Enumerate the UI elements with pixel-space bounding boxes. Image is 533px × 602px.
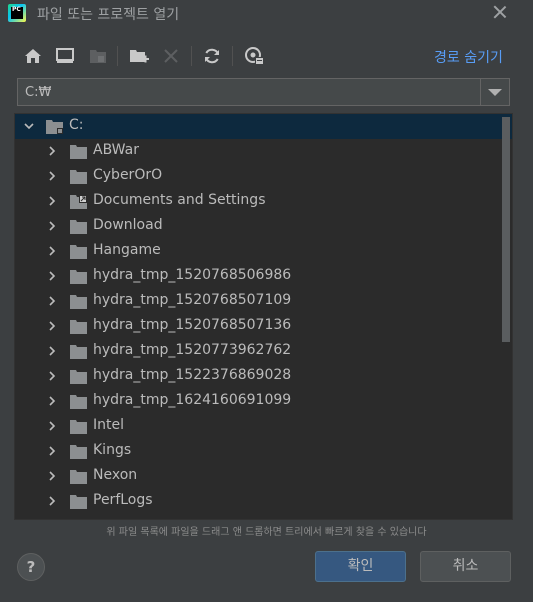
pycharm-logo-icon: PC	[8, 4, 26, 22]
drag-drop-hint: 위 파일 목록에 파일을 드래그 앤 드롭하면 트리에서 빠르게 찾을 수 있습…	[106, 527, 427, 538]
cancel-button[interactable]: 취소	[420, 551, 511, 582]
file-tree[interactable]: C: ABWar CyberOrO Documents and Settings Do…	[14, 113, 513, 520]
folder-icon	[70, 419, 87, 434]
folder-icon	[70, 319, 87, 334]
new-folder-icon[interactable]	[127, 44, 151, 68]
tree-row[interactable]: ABWar	[15, 139, 512, 164]
open-file-dialog: PC 파일 또는 프로젝트 열기 경로 숨기기 C:₩ C: ABWar Cyb…	[0, 0, 533, 602]
home-icon[interactable]	[21, 44, 45, 68]
chevron-right-icon[interactable]	[46, 245, 58, 257]
tree-row[interactable]: Download	[15, 214, 512, 239]
tree-item-label: Documents and Settings	[93, 192, 266, 208]
tree-row[interactable]: hydra_tmp_1520768506986	[15, 264, 512, 289]
tree-row[interactable]: hydra_tmp_1520768507109	[15, 289, 512, 314]
path-combobox[interactable]	[17, 78, 510, 106]
ok-button[interactable]: 확인	[315, 551, 406, 582]
title-bar: PC 파일 또는 프로젝트 열기	[0, 0, 533, 26]
drive-folder-icon	[46, 119, 63, 134]
tree-item-label: Download	[93, 217, 163, 233]
chevron-right-icon[interactable]	[46, 495, 58, 507]
tree-row[interactable]: Documents and Settings	[15, 189, 512, 214]
folder-icon	[70, 369, 87, 384]
chevron-right-icon[interactable]	[46, 445, 58, 457]
tree-item-label: PerfLogs	[93, 492, 153, 508]
chevron-right-icon[interactable]	[46, 170, 58, 182]
chevron-right-icon[interactable]	[46, 370, 58, 382]
chevron-right-icon[interactable]	[46, 195, 58, 207]
folder-icon	[70, 219, 87, 234]
folder-icon	[70, 494, 87, 509]
folder-icon	[70, 444, 87, 459]
chevron-right-icon[interactable]	[46, 395, 58, 407]
folder-icon	[70, 144, 87, 159]
path-input[interactable]	[19, 80, 480, 104]
tree-root-label: C:	[69, 117, 84, 133]
folder-icon	[70, 169, 87, 184]
tree-item-label: hydra_tmp_1520768506986	[93, 267, 292, 283]
tree-item-label: hydra_tmp_1520768507109	[93, 292, 292, 308]
tree-row[interactable]: Nexon	[15, 464, 512, 489]
project-icon	[86, 44, 110, 68]
desktop-icon[interactable]	[53, 44, 77, 68]
tree-item-label: Kings	[93, 442, 132, 458]
chevron-right-icon[interactable]	[46, 220, 58, 232]
chevron-right-icon[interactable]	[46, 470, 58, 482]
tree-item-label: ABWar	[93, 142, 139, 158]
show-hidden-icon[interactable]	[242, 44, 266, 68]
toolbar	[18, 44, 318, 68]
tree-row[interactable]: hydra_tmp_1522376869028	[15, 364, 512, 389]
window-title: 파일 또는 프로젝트 열기	[37, 7, 180, 23]
tree-row[interactable]: Intel	[15, 414, 512, 439]
help-button[interactable]: ?	[17, 553, 45, 581]
tree-item-label: hydra_tmp_1520773962762	[93, 342, 292, 358]
chevron-down-icon[interactable]	[23, 120, 35, 132]
tree-row[interactable]: hydra_tmp_1624160691099	[15, 389, 512, 414]
folder-icon	[70, 244, 87, 259]
tree-row[interactable]: CyberOrO	[15, 164, 512, 189]
folder-icon	[70, 394, 87, 409]
chevron-down-icon[interactable]	[480, 79, 509, 105]
folder-icon	[70, 294, 87, 309]
chevron-right-icon[interactable]	[46, 295, 58, 307]
tree-item-label: Intel	[93, 417, 124, 433]
tree-item-label: hydra_tmp_1624160691099	[93, 392, 292, 408]
tree-item-label: hydra_tmp_1520768507136	[93, 317, 292, 333]
chevron-right-icon[interactable]	[46, 145, 58, 157]
scrollbar-thumb[interactable]	[502, 117, 510, 342]
tree-row[interactable]: Hangame	[15, 239, 512, 264]
chevron-right-icon[interactable]	[46, 420, 58, 432]
folder-link-icon	[70, 194, 87, 209]
tree-row[interactable]: hydra_tmp_1520773962762	[15, 339, 512, 364]
chevron-right-icon[interactable]	[46, 345, 58, 357]
tree-row[interactable]: hydra_tmp_1520768507136	[15, 314, 512, 339]
tree-item-label: CyberOrO	[93, 167, 163, 183]
tree-scrollbar[interactable]	[500, 114, 512, 519]
close-icon[interactable]	[490, 2, 510, 22]
hide-path-link[interactable]: 경로 숨기기	[434, 47, 503, 67]
chevron-right-icon[interactable]	[46, 270, 58, 282]
tree-row[interactable]: PerfLogs	[15, 489, 512, 514]
folder-icon	[70, 269, 87, 284]
folder-icon	[70, 469, 87, 484]
chevron-right-icon[interactable]	[46, 320, 58, 332]
folder-icon	[70, 344, 87, 359]
tree-item-label: Hangame	[93, 242, 161, 258]
tree-item-label: Nexon	[93, 467, 138, 483]
delete-icon	[159, 44, 183, 68]
tree-row[interactable]: Kings	[15, 439, 512, 464]
tree-root-row[interactable]: C:	[15, 114, 512, 139]
tree-item-label: hydra_tmp_1522376869028	[93, 367, 292, 383]
refresh-icon[interactable]	[200, 44, 224, 68]
